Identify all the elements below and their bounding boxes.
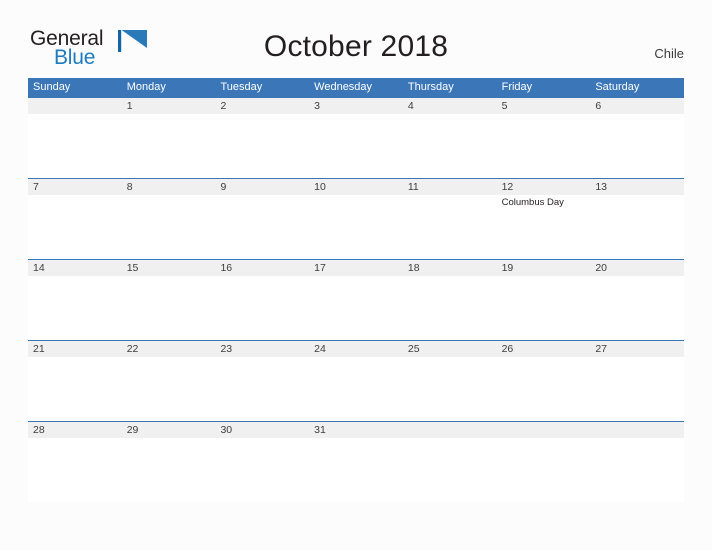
day-cell[interactable]	[403, 114, 497, 178]
day-number[interactable]: 24	[309, 341, 403, 357]
calendar-grid: Sunday Monday Tuesday Wednesday Thursday…	[28, 78, 684, 502]
week-event-band	[28, 357, 684, 421]
day-number[interactable]	[497, 422, 591, 438]
day-cell[interactable]	[215, 195, 309, 259]
weekday-header-wednesday: Wednesday	[314, 81, 373, 93]
week-row: 28 29 30 31	[28, 421, 684, 502]
day-cell[interactable]	[497, 114, 591, 178]
weekday-header-monday: Monday	[126, 81, 166, 93]
day-number[interactable]: 23	[215, 341, 309, 357]
day-number[interactable]: 25	[403, 341, 497, 357]
day-number[interactable]: 2	[215, 98, 309, 114]
week-row: 21 22 23 24 25 26 27	[28, 340, 684, 421]
day-cell[interactable]	[309, 357, 403, 421]
week-event-band	[28, 276, 684, 340]
weekday-header-friday: Friday	[501, 81, 533, 93]
day-number[interactable]: 20	[590, 260, 684, 276]
day-cell[interactable]	[28, 195, 122, 259]
day-cell[interactable]	[590, 195, 684, 259]
day-number[interactable]: 5	[497, 98, 591, 114]
day-number[interactable]: 18	[403, 260, 497, 276]
weekday-header-thursday: Thursday	[407, 81, 454, 93]
day-number[interactable]: 30	[215, 422, 309, 438]
week-date-band: 1 2 3 4 5 6	[28, 98, 684, 114]
day-number[interactable]	[403, 422, 497, 438]
day-cell[interactable]	[403, 276, 497, 340]
day-cell[interactable]	[122, 438, 216, 502]
day-cell[interactable]	[122, 195, 216, 259]
day-number[interactable]	[590, 422, 684, 438]
day-number[interactable]: 1	[122, 98, 216, 114]
week-row: 1 2 3 4 5 6	[28, 97, 684, 178]
day-number[interactable]: 4	[403, 98, 497, 114]
week-event-band: Columbus Day	[28, 195, 684, 259]
region-label: Chile	[654, 46, 684, 61]
day-number[interactable]: 26	[497, 341, 591, 357]
day-cell[interactable]	[403, 357, 497, 421]
week-date-band: 14 15 16 17 18 19 20	[28, 260, 684, 276]
day-number[interactable]: 3	[309, 98, 403, 114]
day-number[interactable]: 11	[403, 179, 497, 195]
day-number[interactable]: 19	[497, 260, 591, 276]
day-number[interactable]: 28	[28, 422, 122, 438]
day-cell[interactable]	[590, 114, 684, 178]
day-cell[interactable]	[309, 114, 403, 178]
day-cell[interactable]	[590, 438, 684, 502]
weekday-header-sunday: Sunday	[33, 81, 71, 93]
day-cell[interactable]	[590, 357, 684, 421]
day-cell[interactable]	[215, 438, 309, 502]
day-number[interactable]: 12	[497, 179, 591, 195]
day-event: Columbus Day	[501, 197, 564, 208]
week-date-band: 28 29 30 31	[28, 422, 684, 438]
day-number[interactable]: 9	[215, 179, 309, 195]
day-number[interactable]: 17	[309, 260, 403, 276]
day-cell[interactable]	[497, 357, 591, 421]
day-cell[interactable]	[497, 438, 591, 502]
day-cell[interactable]	[403, 195, 497, 259]
week-date-band: 21 22 23 24 25 26 27	[28, 341, 684, 357]
day-cell[interactable]	[309, 276, 403, 340]
page-header: General Blue October 2018 Chile	[0, 0, 712, 78]
day-cell[interactable]	[28, 276, 122, 340]
day-number[interactable]: 16	[215, 260, 309, 276]
day-cell[interactable]	[28, 357, 122, 421]
day-number[interactable]: 21	[28, 341, 122, 357]
day-number[interactable]: 15	[122, 260, 216, 276]
week-event-band	[28, 438, 684, 502]
day-number[interactable]: 31	[309, 422, 403, 438]
day-cell[interactable]	[28, 114, 122, 178]
week-row: 14 15 16 17 18 19 20	[28, 259, 684, 340]
day-number[interactable]: 13	[590, 179, 684, 195]
weekday-header-row: Sunday Monday Tuesday Wednesday Thursday…	[28, 78, 684, 97]
day-cell[interactable]	[215, 357, 309, 421]
day-cell[interactable]	[122, 357, 216, 421]
day-cell[interactable]	[590, 276, 684, 340]
day-cell[interactable]	[497, 276, 591, 340]
day-cell[interactable]	[122, 114, 216, 178]
week-date-band: 7 8 9 10 11 12 13	[28, 179, 684, 195]
day-number[interactable]: 10	[309, 179, 403, 195]
day-cell[interactable]	[309, 438, 403, 502]
day-number[interactable]	[28, 98, 122, 114]
day-number[interactable]: 29	[122, 422, 216, 438]
day-number[interactable]: 6	[590, 98, 684, 114]
day-cell[interactable]	[28, 438, 122, 502]
weekday-header-saturday: Saturday	[595, 81, 640, 93]
day-cell[interactable]	[122, 276, 216, 340]
day-cell[interactable]	[215, 276, 309, 340]
day-number[interactable]: 7	[28, 179, 122, 195]
weekday-header-tuesday: Tuesday	[220, 81, 263, 93]
day-cell[interactable]	[309, 195, 403, 259]
day-number[interactable]: 27	[590, 341, 684, 357]
day-cell-holiday[interactable]: Columbus Day	[497, 195, 591, 259]
page-title: October 2018	[263, 30, 449, 63]
week-row: 7 8 9 10 11 12 13 Columbus Day	[28, 178, 684, 259]
week-event-band	[28, 114, 684, 178]
day-number[interactable]: 14	[28, 260, 122, 276]
day-cell[interactable]	[215, 114, 309, 178]
day-number[interactable]: 22	[122, 341, 216, 357]
day-cell[interactable]	[403, 438, 497, 502]
day-number[interactable]: 8	[122, 179, 216, 195]
